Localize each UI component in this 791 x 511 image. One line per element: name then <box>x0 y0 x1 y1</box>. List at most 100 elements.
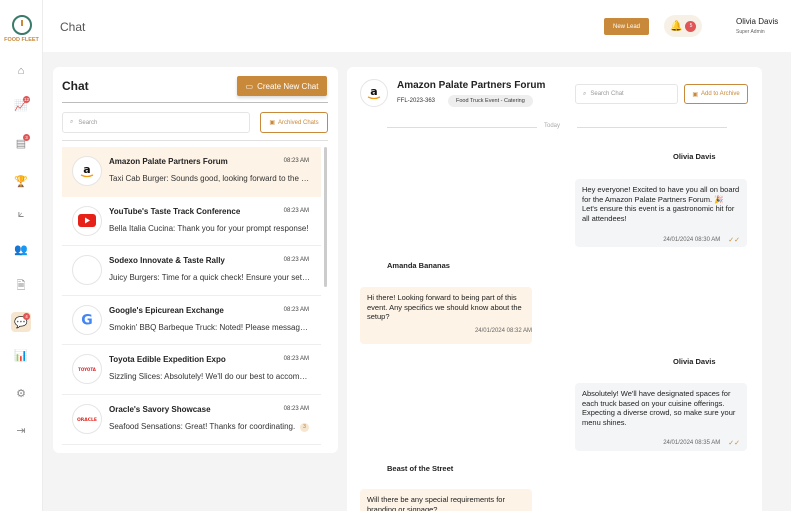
chat-list-scrollbar[interactable] <box>324 147 327 287</box>
logo-text: FOOD FLEET <box>4 37 39 43</box>
chat-time: 08:23 AM <box>283 207 309 214</box>
chat-list-item[interactable]: a Amazon Palate Partners Forum 08:23 AM Tax… <box>62 147 321 197</box>
message-meta: 24/01/2024 08:32 AM <box>475 328 532 334</box>
archive-icon: ▣ <box>269 120 275 126</box>
notification-count: 5 <box>685 20 697 32</box>
nav-badge: 12 <box>23 96 30 103</box>
chat-time: 08:23 AM <box>283 158 309 164</box>
message-bubble: Hi there! Looking forward to being part … <box>360 287 532 344</box>
archived-chats-button[interactable]: ▣ Archived Chats <box>260 112 328 133</box>
chat-name: Toyota Edible Expedition Expo <box>109 355 226 365</box>
search-icon: ⌕ <box>70 119 74 125</box>
blank-logo-icon <box>72 255 102 286</box>
nav-badge: 3 <box>23 134 30 141</box>
google-logo-icon: G <box>72 304 102 335</box>
divider <box>387 127 537 128</box>
archive-icon: ▣ <box>692 91 698 98</box>
chat-list-item[interactable]: ORACLE Oracle's Savory Showcase 08:23 AM Se… <box>62 395 321 445</box>
chat-search-input[interactable]: ⌕ Search <box>62 112 250 133</box>
chat-time: 08:23 AM <box>283 356 309 363</box>
message-text: Absolutely! We'll have designated spaces… <box>582 389 736 427</box>
settings-icon[interactable]: ⚙ <box>11 383 31 403</box>
trophy-icon[interactable]: 🏆 <box>11 171 31 191</box>
page-title: Chat <box>60 20 86 34</box>
sidebar: FOOD FLEET ⌂ 📈 12 ▤ 3 🏆 ⟀ 👥 🗎 💬 4 📊 ⚙ ⇥ <box>0 0 43 511</box>
nav-badge: 4 <box>23 313 30 320</box>
svg-text:a: a <box>370 85 377 98</box>
user-name[interactable]: Olivia Davis <box>736 17 778 26</box>
message-sender: Beast of the Street <box>387 464 454 473</box>
message-text: Hey everyone! Excited to have you all on… <box>582 185 740 223</box>
chat-name: Amazon Palate Partners Forum <box>109 157 228 166</box>
chat-list-item[interactable]: Sodexo Innovate & Taste Rally 08:23 AM Jui… <box>62 246 321 296</box>
message-time: 24/01/2024 08:30 AM <box>663 237 721 243</box>
oracle-logo-icon: ORACLE <box>72 403 102 434</box>
analytics-icon[interactable]: 📊 <box>11 345 31 365</box>
message-text: Will there be any special requirements f… <box>367 495 505 511</box>
toyota-logo-icon: TOYOTA <box>72 354 102 385</box>
message-sender: Olivia Davis <box>673 357 716 366</box>
add-to-archive-label: Add to Archive <box>700 91 740 97</box>
file-icon[interactable]: 🗎 <box>11 276 31 296</box>
divider <box>62 140 328 141</box>
chat-name: Google's Epicurean Exchange <box>109 305 224 315</box>
chat-list-item[interactable]: TOYOTA Toyota Edible Expedition Expo 08:23… <box>62 345 321 395</box>
chat-list-item[interactable]: YouTube's Taste Track Conference 08:23 AM… <box>62 197 321 247</box>
conversation-id: FFL-2023-363 <box>397 98 436 104</box>
chat-preview: Juicy Burgers: Time for a quick check! E… <box>109 273 312 283</box>
read-receipt-icon: ✓✓ <box>728 440 740 447</box>
day-separator-label: Today <box>544 123 561 129</box>
chat-name: Oracle's Savory Showcase <box>109 404 211 414</box>
chat-preview: Taxi Cab Burger: Sounds good, looking fo… <box>109 174 312 183</box>
notifications-button[interactable]: 🔔 5 <box>664 15 702 37</box>
amazon-logo-icon: a <box>360 79 388 107</box>
new-lead-button[interactable]: New Lead <box>604 18 649 35</box>
clock-logo-icon <box>11 15 32 35</box>
unread-count-badge: 3 <box>300 422 309 432</box>
chat-preview: Seafood Sensations: Great! Thanks for co… <box>109 421 296 431</box>
conversation-panel: a Amazon Palate Partners Forum FFL-2023-… <box>347 67 762 511</box>
svg-text:a: a <box>83 163 90 176</box>
search-icon: ⌕ <box>583 90 587 97</box>
chat-search-placeholder: Search <box>78 119 98 126</box>
logout-icon[interactable]: ⇥ <box>11 420 31 440</box>
chat-name: Sodexo Innovate & Taste Rally <box>109 256 225 266</box>
users-icon[interactable]: 👥 <box>11 239 31 259</box>
chat-time: 08:23 AM <box>283 306 309 313</box>
conversation-search-input[interactable]: ⌕ Search Chat <box>575 84 678 104</box>
document-icon[interactable]: ▤ 3 <box>11 133 31 153</box>
chat-bubble-icon: ▭ <box>245 81 254 91</box>
chat-icon[interactable]: 💬 4 <box>11 312 31 332</box>
chat-preview: Sizzling Slices: Absolutely! We'll do ou… <box>109 372 312 382</box>
add-to-archive-button[interactable]: ▣ Add to Archive <box>684 84 748 104</box>
chat-list-title: Chat <box>62 79 89 93</box>
conversation-search-placeholder: Search Chat <box>590 91 624 97</box>
svg-text:TOYOTA: TOYOTA <box>78 367 97 372</box>
chat-time: 08:23 AM <box>283 405 309 412</box>
chat-name: YouTube's Taste Track Conference <box>109 206 241 216</box>
divider <box>62 102 328 103</box>
chart-icon[interactable]: 📈 12 <box>11 95 31 115</box>
message-sender: Olivia Davis <box>673 152 716 161</box>
message-meta: 24/01/2024 08:35 AM ✓✓ <box>663 439 740 447</box>
bell-icon: 🔔 <box>670 20 683 32</box>
stats-icon[interactable]: ⟀ <box>11 204 31 224</box>
conversation-title: Amazon Palate Partners Forum <box>397 80 546 91</box>
message-sender: Amanda Bananas <box>387 261 450 270</box>
amazon-logo-icon: a <box>72 156 102 186</box>
message-bubble: Will there be any special requirements f… <box>360 489 532 511</box>
chat-preview: Bella Italia Cucina: Thank you for your … <box>109 223 309 233</box>
message-text: Hi there! Looking forward to being part … <box>367 293 522 321</box>
create-new-chat-label: Create New Chat <box>257 81 319 91</box>
create-new-chat-button[interactable]: ▭ Create New Chat <box>237 76 327 96</box>
divider <box>577 127 727 128</box>
chat-list: a Amazon Palate Partners Forum 08:23 AM Tax… <box>62 147 321 445</box>
user-role: Super Admin <box>736 29 765 35</box>
message-time: 24/01/2024 08:32 AM <box>474 328 532 334</box>
read-receipt-icon: ✓✓ <box>728 237 740 244</box>
logo[interactable]: FOOD FLEET <box>3 15 40 43</box>
chat-list-item[interactable]: G Google's Epicurean Exchange 08:23 AM Smok… <box>62 296 321 346</box>
message-meta: 24/01/2024 08:30 AM ✓✓ <box>663 236 740 244</box>
svg-text:G: G <box>81 312 93 328</box>
home-icon[interactable]: ⌂ <box>11 61 31 81</box>
